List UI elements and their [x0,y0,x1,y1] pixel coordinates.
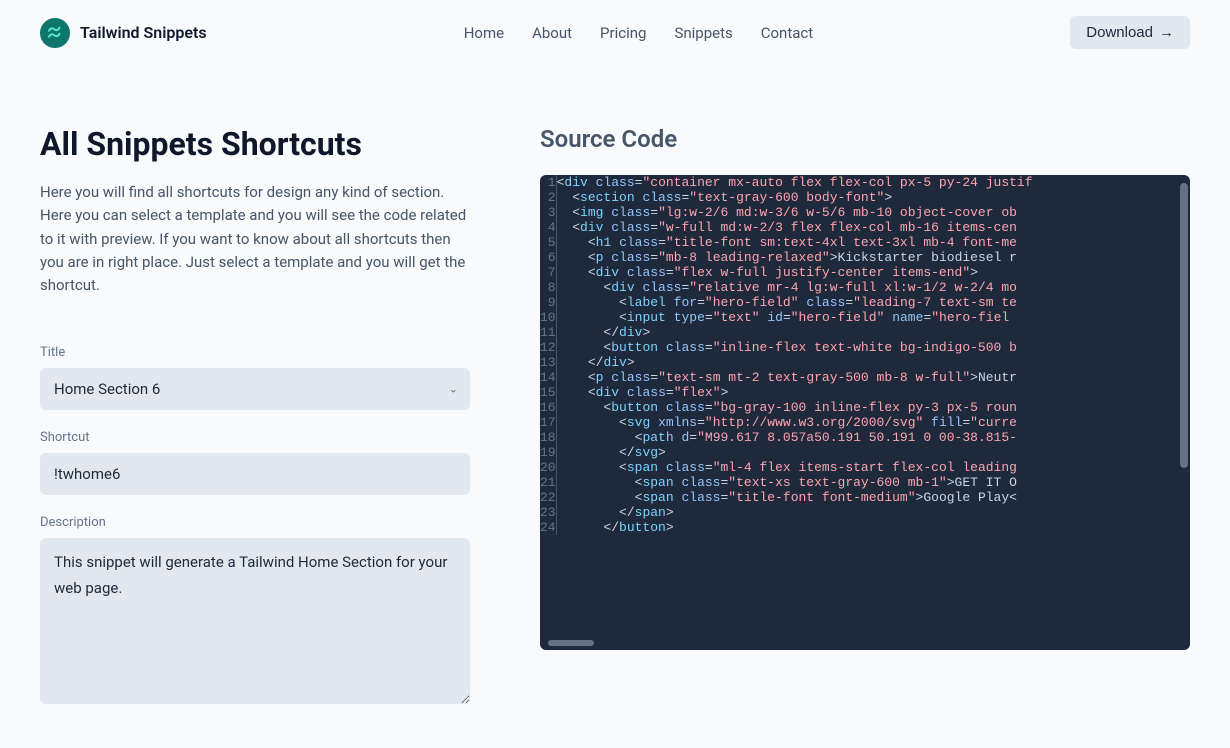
code-table: 1<div class="container mx-auto flex flex… [540,175,1033,535]
nav-link-contact[interactable]: Contact [761,24,813,42]
code-line: 23 </span> [540,505,1033,520]
code-line: 12 <button class="inline-flex text-white… [540,340,1033,355]
nav-link-pricing[interactable]: Pricing [600,24,646,42]
code-line: 11 </div> [540,325,1033,340]
page-title: All Snippets Shortcuts [40,125,470,163]
page-description: Here you will find all shortcuts for des… [40,181,470,297]
nav-link-snippets[interactable]: Snippets [674,24,732,42]
code-line: 19 </svg> [540,445,1033,460]
code-line: 9 <label for="hero-field" class="leading… [540,295,1033,310]
title-label: Title [40,345,470,360]
brand[interactable]: Tailwind Snippets [40,18,207,48]
code-line: 13 </div> [540,355,1033,370]
nav-link-about[interactable]: About [532,24,572,42]
code-line: 18 <path d="M99.617 8.057a50.191 50.191 … [540,430,1033,445]
code-line: 20 <span class="ml-4 flex items-start fl… [540,460,1033,475]
code-line: 7 <div class="flex w-full justify-center… [540,265,1033,280]
code-line: 24 </button> [540,520,1033,535]
vertical-scrollbar[interactable] [1180,183,1188,468]
code-line: 6 <p class="mb-8 leading-relaxed">Kickst… [540,250,1033,265]
description-label: Description [40,515,470,530]
code-line: 2 <section class="text-gray-600 body-fon… [540,190,1033,205]
nav-links: Home About Pricing Snippets Contact [464,24,813,42]
description-textarea[interactable] [40,538,470,704]
brand-name: Tailwind Snippets [80,23,207,42]
navbar: Tailwind Snippets Home About Pricing Snippe… [0,0,1230,65]
code-line: 1<div class="container mx-auto flex flex… [540,175,1033,190]
horizontal-scrollbar[interactable] [548,640,594,646]
code-line: 5 <h1 class="title-font sm:text-4xl text… [540,235,1033,250]
arrow-right-icon: → [1159,24,1174,41]
code-viewer: 1<div class="container mx-auto flex flex… [540,175,1190,650]
brand-logo-icon [40,18,70,48]
source-code-title: Source Code [540,125,1190,153]
shortcut-label: Shortcut [40,430,470,445]
code-line: 15 <div class="flex"> [540,385,1033,400]
code-line: 21 <span class="text-xs text-gray-600 mb… [540,475,1033,490]
code-line: 14 <p class="text-sm mt-2 text-gray-500 … [540,370,1033,385]
download-button[interactable]: Download → [1070,16,1190,49]
code-line: 17 <svg xmlns="http://www.w3.org/2000/sv… [540,415,1033,430]
download-label: Download [1086,24,1153,41]
code-line: 16 <button class="bg-gray-100 inline-fle… [540,400,1033,415]
code-line: 10 <input type="text" id="hero-field" na… [540,310,1033,325]
code-scroll[interactable]: 1<div class="container mx-auto flex flex… [540,175,1190,650]
title-select[interactable]: Home Section 6 [40,368,470,410]
code-line: 4 <div class="w-full md:w-2/3 flex flex-… [540,220,1033,235]
nav-link-home[interactable]: Home [464,24,504,42]
code-line: 22 <span class="title-font font-medium">… [540,490,1033,505]
code-line: 8 <div class="relative mr-4 lg:w-full xl… [540,280,1033,295]
code-line: 3 <img class="lg:w-2/6 md:w-3/6 w-5/6 mb… [540,205,1033,220]
shortcut-input[interactable] [40,453,470,495]
